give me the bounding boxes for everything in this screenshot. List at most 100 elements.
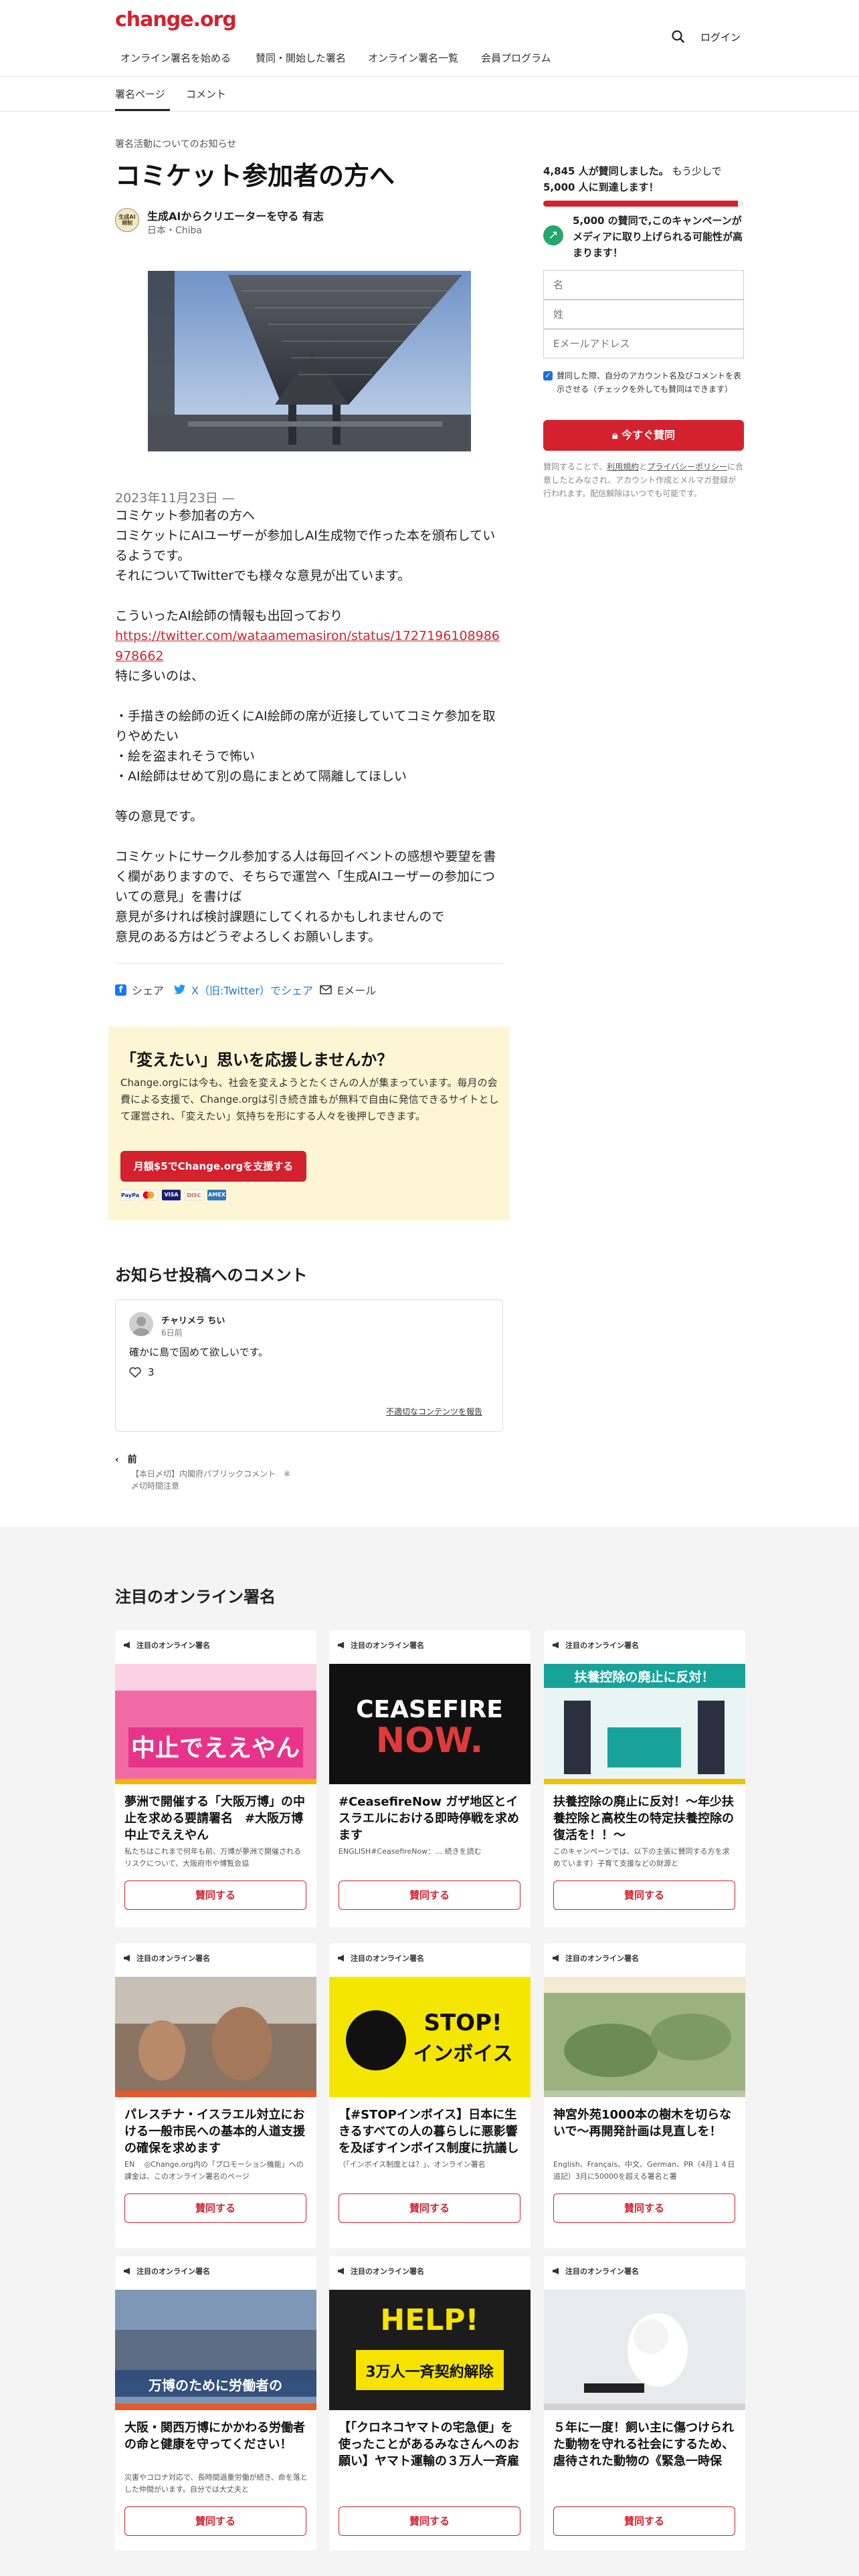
svg-text:STOP!: STOP! xyxy=(423,2010,502,2036)
petition-title[interactable]: 夢洲で開催する「大阪万博」の中止を求める要請署名 #大阪万博中止でええやん xyxy=(124,1794,308,1844)
featured-petition-card[interactable]: 注目のオンライン署名 STOP! インボイス 【#STOPインボイス】日本に生きるすべ… xyxy=(329,1943,531,2248)
like-button[interactable]: 3 xyxy=(129,1366,155,1378)
megaphone-icon xyxy=(338,2268,344,2274)
petition-description: このキャンペーンでは、以下の主張に賛同する方を求めています）子育て支援などの財源… xyxy=(553,1847,730,1868)
chevron-left-icon: ‹ xyxy=(115,1455,119,1465)
sign-petition-button[interactable]: 賛同する xyxy=(553,1881,735,1910)
update-kicker: 署名活動についてのお知らせ xyxy=(115,139,237,150)
featured-tag: 注目のオンライン署名 xyxy=(337,1640,424,1650)
megaphone-icon xyxy=(124,1955,130,1961)
featured-petition-card[interactable]: 注目のオンライン署名 扶養控除の廃止に反対！ 扶養控除の廃止に反対！〜年少扶養控除と… xyxy=(544,1630,745,1927)
avatar[interactable]: 生成AI 規制 xyxy=(115,208,139,232)
petition-description xyxy=(339,2472,522,2496)
header-divider xyxy=(0,76,859,77)
report-content-link[interactable]: 不適切なコンテンツを報告 xyxy=(386,1406,482,1417)
petition-image[interactable]: 万博のために労働者の xyxy=(115,2290,316,2410)
like-count: 3 xyxy=(148,1366,155,1378)
nav-membership[interactable]: 会員プログラム xyxy=(481,51,551,65)
megaphone-icon xyxy=(338,1642,344,1648)
sign-petition-button[interactable]: 賛同する xyxy=(339,2506,520,2536)
petition-image[interactable] xyxy=(544,2290,745,2410)
comment-time: 6日前 xyxy=(161,1328,183,1337)
prev-update-title[interactable]: 【本日〆切】内閣府パブリックコメント ※〆切時間注意 xyxy=(131,1468,292,1492)
megaphone-icon xyxy=(553,1955,559,1961)
featured-petition-card[interactable]: 注目のオンライン署名 万博のために労働者の 大阪・関西万博にかかわる労働者の命と健康… xyxy=(115,2256,316,2551)
petition-title[interactable]: 大阪・関西万博にかかわる労働者の命と健康を守ってください！ xyxy=(124,2420,308,2470)
twitter-link[interactable]: https://twitter.com/wataamemasiron/statu… xyxy=(115,629,500,663)
prev-label: 前 xyxy=(127,1455,137,1465)
nav-start-petition[interactable]: オンライン署名を始める xyxy=(120,51,231,65)
featured-tag-label: 注目のオンライン署名 xyxy=(565,2267,639,2276)
signature-count-value: 4,845 人が賛同しました。 xyxy=(543,165,669,177)
featured-petition-card[interactable]: 注目のオンライン署名中止でええやん夢洲で開催する「大阪万博」の中止を求める要請署… xyxy=(115,1630,316,1927)
nav-browse-petitions[interactable]: オンライン署名一覧 xyxy=(368,51,458,65)
petition-image[interactable]: HELP! 3万人一斉契約解除 xyxy=(329,2290,531,2410)
sign-petition-button[interactable]: 賛同する xyxy=(124,2193,306,2223)
sign-petition-button[interactable]: 賛同する xyxy=(553,2193,735,2223)
featured-petition-card[interactable]: 注目のオンライン署名パレスチナ・イスラエル対立における一般市民への基本的人道支援… xyxy=(115,1943,316,2248)
search-icon[interactable] xyxy=(671,29,686,44)
share-facebook-button[interactable]: f シェア xyxy=(115,982,164,998)
sign-petition-button[interactable]: 賛同する xyxy=(553,2506,735,2536)
featured-petition-card[interactable]: 注目のオンライン署名 ５年に一度！飼い主に傷つけられた動物を守れる社会にするため、… xyxy=(544,2256,745,2551)
featured-petition-card[interactable]: 注目のオンライン署名 CEASEFIRE NOW. #CeasefireNow ガザ地… xyxy=(329,1630,531,1927)
svg-text:インボイス: インボイス xyxy=(413,2042,512,2066)
privacy-link[interactable]: プライバシーポリシー xyxy=(647,462,727,471)
amex-icon: AMEX xyxy=(207,1190,226,1200)
prev-update-link[interactable]: ‹ 前 xyxy=(115,1453,137,1466)
update-body: コミケット参加者の方へ コミケットにAIユーザーが参加しAI生成物で作った本を頒… xyxy=(115,506,503,947)
svg-text:扶養控除の廃止に反対！: 扶養控除の廃止に反対！ xyxy=(574,1669,714,1685)
petition-description: （「インボイス制度とは？」、オンライン署名 xyxy=(339,2160,486,2169)
petition-image[interactable]: 中止でええやん xyxy=(115,1664,316,1784)
tab-comments[interactable]: コメント xyxy=(186,87,226,101)
featured-tag-label: 注目のオンライン署名 xyxy=(136,1641,210,1650)
share-email-button[interactable]: Eメール xyxy=(320,982,376,998)
petition-image[interactable] xyxy=(544,1977,745,2097)
petition-title[interactable]: 【#STOPインボイス】日本に生きるすべての人の暮らしに悪影響を及ぼすインボイス… xyxy=(339,2107,522,2157)
sign-petition-button[interactable]: 賛同する xyxy=(339,1881,520,1910)
signature-count-nearly: もう少しで xyxy=(672,165,722,177)
tab-petition-page[interactable]: 署名ページ xyxy=(115,87,165,101)
share-twitter-button[interactable]: X（旧:Twitter）でシェア xyxy=(174,982,313,998)
petition-title[interactable]: パレスチナ・イスラエル対立における一般市民への基本的人道支援の確保を求めます xyxy=(124,2107,308,2157)
update-date: 2023年11月23日 — xyxy=(115,491,235,506)
first-name-field[interactable] xyxy=(543,270,744,300)
mastercard-icon xyxy=(139,1190,158,1200)
last-name-field[interactable] xyxy=(543,300,744,329)
petition-title[interactable]: 神宮外苑1000本の樹木を切らないで〜再開発計画は見直しを！ xyxy=(553,2107,737,2157)
featured-heading: 注目のオンライン署名 xyxy=(115,1588,276,1606)
sign-petition-button[interactable]: 賛同する xyxy=(339,2193,520,2223)
petition-title[interactable]: 【「クロネコヤマトの宅急便」を使ったことがあるみなさんへのお願い】ヤマト運輸の３… xyxy=(339,2420,522,2470)
legal-notice: 賛同することで、利用規約とプライバシーポリシーに合意したとみなされ、アカウント作… xyxy=(543,460,744,500)
svg-text:CEASEFIRE: CEASEFIRE xyxy=(356,1696,503,1723)
subnav-divider xyxy=(0,111,859,112)
author-location: 日本・Chiba xyxy=(147,225,203,236)
sign-petition-button[interactable]: 賛同する xyxy=(124,2506,306,2536)
petition-description: 私たちはこれまで何年も前、万博が夢洲で開催されるリスクについて、大阪府市や博覧会… xyxy=(124,1847,301,1868)
featured-tag: 注目のオンライン署名 xyxy=(123,1953,210,1963)
legal-and: と xyxy=(639,462,648,471)
sign-petition-button[interactable]: 賛同する xyxy=(124,1881,306,1910)
petition-image[interactable]: 扶養控除の廃止に反対！ xyxy=(544,1664,745,1784)
featured-tag: 注目のオンライン署名 xyxy=(123,1640,210,1650)
petition-image[interactable]: STOP! インボイス xyxy=(329,1977,531,2097)
nav-my-petitions[interactable]: 賛同・開始した署名 xyxy=(256,51,346,65)
trending-up-icon: ↗ xyxy=(543,225,563,245)
featured-petition-card[interactable]: 注目のオンライン署名 HELP! 3万人一斉契約解除【「クロネコヤマトの宅急便」を使… xyxy=(329,2256,531,2551)
petition-title[interactable]: #CeasefireNow ガザ地区とイスラエルにおける即時停戦を求めます xyxy=(339,1794,522,1844)
featured-petition-card[interactable]: 注目のオンライン署名 神宮外苑1000本の樹木を切らないで〜再開発計画は見直しを！… xyxy=(544,1943,745,2248)
petition-title[interactable]: 扶養控除の廃止に反対！〜年少扶養控除と高校生の特定扶養控除の復活を！！〜 xyxy=(553,1794,737,1844)
featured-tag: 注目のオンライン署名 xyxy=(337,2266,424,2276)
petition-image[interactable]: CEASEFIRENOW. xyxy=(329,1664,531,1784)
svg-text:3万人一斉契約解除: 3万人一斉契約解除 xyxy=(365,2363,494,2381)
petition-image[interactable] xyxy=(115,1977,316,2097)
email-field[interactable] xyxy=(543,329,744,358)
support-monthly-button[interactable]: 月額$5でChange.orgを支援する xyxy=(120,1151,306,1182)
login-link[interactable]: ログイン xyxy=(700,30,741,44)
display-name-checkbox[interactable]: ✓ xyxy=(543,371,553,381)
change-org-logo[interactable]: change.org xyxy=(115,8,237,31)
author-name[interactable]: 生成AIからクリエーターを守る 有志 xyxy=(147,207,324,223)
sign-now-button[interactable]: 🔒︎ 今すぐ賛同 xyxy=(543,420,744,451)
terms-link[interactable]: 利用規約 xyxy=(607,462,639,471)
petition-title[interactable]: ５年に一度！飼い主に傷つけられた動物を守れる社会にするため、虐待された動物の《緊… xyxy=(553,2420,737,2470)
